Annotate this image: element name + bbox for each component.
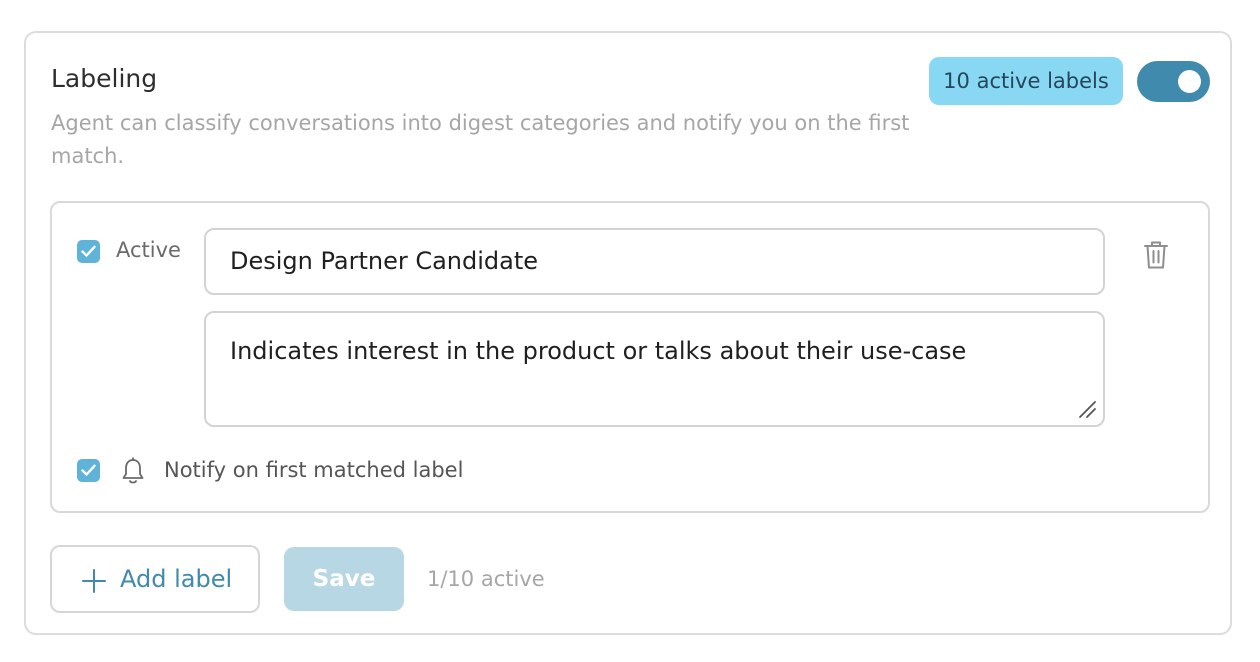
- label-description-input[interactable]: Indicates interest in the product or tal…: [204, 311, 1105, 427]
- notify-checkbox[interactable]: [77, 459, 100, 482]
- toggle-knob: [1178, 70, 1201, 93]
- trash-icon[interactable]: [1144, 240, 1168, 270]
- active-label: Active: [116, 238, 181, 262]
- save-button[interactable]: Save: [284, 547, 404, 611]
- add-label-text: Add label: [120, 565, 233, 593]
- checkmark-icon: [81, 245, 96, 257]
- active-count: 1/10 active: [427, 567, 545, 591]
- labeling-card: Labeling Agent can classify conversation…: [24, 31, 1232, 635]
- section-description: Agent can classify conversations into di…: [51, 111, 910, 168]
- label-editor: Active Design Partner Candidate Indicate…: [50, 201, 1210, 513]
- bell-icon: [122, 457, 144, 484]
- resize-handle-icon[interactable]: [1077, 399, 1097, 419]
- checkmark-icon: [81, 464, 96, 476]
- active-labels-badge: 10 active labels: [929, 57, 1123, 105]
- add-label-button[interactable]: Add label: [50, 545, 260, 613]
- label-description-text: Indicates interest in the product or tal…: [230, 337, 967, 365]
- section-title: Labeling: [51, 64, 158, 93]
- notify-label: Notify on first matched label: [164, 458, 464, 482]
- labeling-toggle[interactable]: [1137, 61, 1210, 102]
- label-name-input[interactable]: Design Partner Candidate: [204, 228, 1105, 295]
- active-checkbox[interactable]: [77, 240, 100, 263]
- plus-icon: [82, 569, 106, 593]
